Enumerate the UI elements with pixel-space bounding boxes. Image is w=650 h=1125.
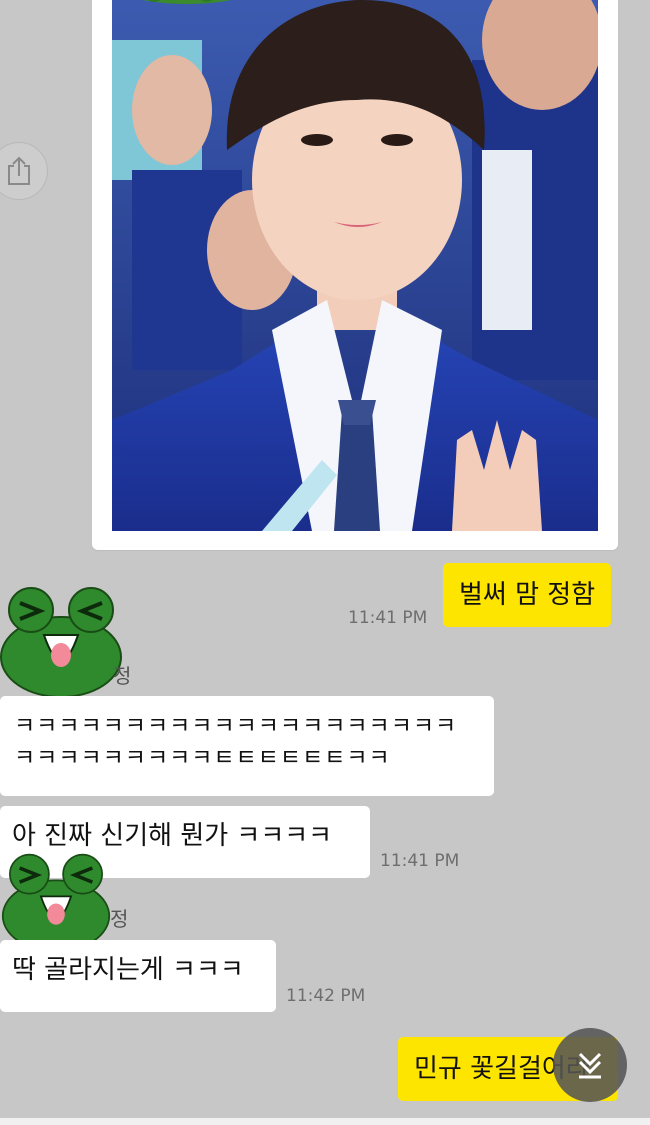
message-time: 11:41 PM <box>348 608 428 628</box>
message-text-line: ㅋㅋㅋㅋㅋㅋㅋㅋㅋㅌㅌㅌㅌㅌㅌㅋㅋ <box>14 745 391 771</box>
frog-emoticon-avatar[interactable] <box>0 852 116 954</box>
frog-emoticon-avatar[interactable] <box>0 585 126 700</box>
share-button[interactable] <box>0 142 48 200</box>
sender-name: 정 <box>110 907 129 931</box>
photo-illustration <box>112 0 598 531</box>
message-text: 벌써 맘 정함 <box>459 580 596 610</box>
my-message-bubble[interactable]: 벌써 맘 정함 <box>443 563 612 627</box>
message-text-line: ㅋㅋㅋㅋㅋㅋㅋㅋㅋㅋㅋㅋㅋㅋㅋㅋㅋㅋㅋㅋ <box>14 713 458 739</box>
photo-message-image[interactable] <box>112 0 598 531</box>
chat-screen[interactable]: 벌써 맘 정함 11:41 PM 정 ㅋㅋㅋㅋㅋㅋㅋㅋㅋㅋㅋㅋㅋㅋㅋㅋㅋㅋㅋㅋ … <box>0 0 650 1125</box>
share-icon <box>8 156 30 185</box>
sender-name: 정 <box>113 664 132 688</box>
message-time: 11:42 PM <box>286 986 366 1006</box>
frog-emoticon-cropped <box>143 0 231 4</box>
scroll-to-bottom-button[interactable] <box>553 1028 627 1102</box>
their-message-bubble[interactable]: 딱 골라지는게 ㅋㅋㅋ <box>0 940 276 1012</box>
input-bar-edge <box>0 1118 650 1125</box>
message-text: 아 진짜 신기해 뭔가 ㅋㅋㅋㅋ <box>12 821 333 851</box>
chevron-double-down-icon <box>578 1052 602 1079</box>
message-time: 11:41 PM <box>380 851 460 871</box>
message-text: 딱 골라지는게 ㅋㅋㅋ <box>12 955 244 985</box>
their-message-bubble[interactable]: ㅋㅋㅋㅋㅋㅋㅋㅋㅋㅋㅋㅋㅋㅋㅋㅋㅋㅋㅋㅋ ㅋㅋㅋㅋㅋㅋㅋㅋㅋㅌㅌㅌㅌㅌㅌㅋㅋ <box>0 696 494 796</box>
